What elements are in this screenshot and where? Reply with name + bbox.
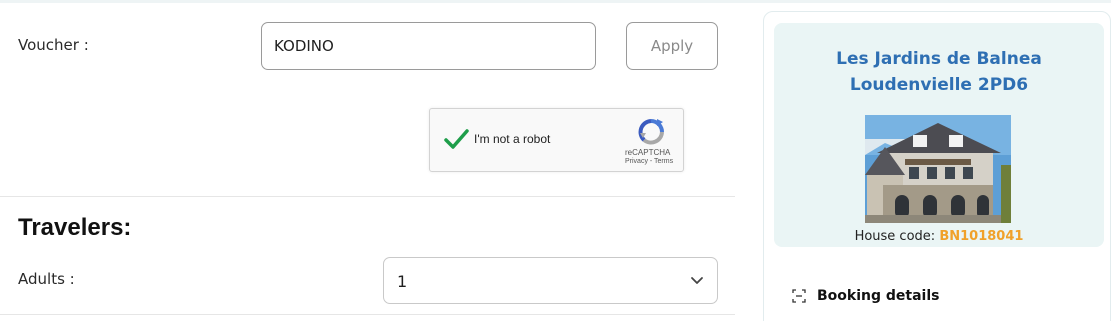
checkmark-icon[interactable] xyxy=(442,125,470,153)
adults-selected-value: 1 xyxy=(397,272,408,291)
travelers-heading: Travelers: xyxy=(18,214,132,241)
adults-select[interactable]: 1 xyxy=(383,257,718,304)
hotel-photo xyxy=(865,115,1011,223)
section-divider xyxy=(0,196,735,197)
recaptcha-privacy-terms-links[interactable]: Privacy - Terms xyxy=(625,158,673,165)
hotel-name-line1: Les Jardins de Balnea xyxy=(836,49,1042,69)
hotel-name[interactable]: Les Jardins de Balnea Loudenvielle 2PD6 xyxy=(774,46,1104,98)
booking-details-toggle[interactable]: Booking details xyxy=(792,288,939,304)
house-code-label: House code: xyxy=(854,229,936,244)
top-border xyxy=(0,0,1111,3)
recaptcha-widget[interactable]: I'm not a robot reCAPTCHA Privacy - Term… xyxy=(429,108,684,172)
hotel-name-line2: Loudenvielle 2PD6 xyxy=(849,75,1029,95)
expand-icon xyxy=(792,289,806,303)
recaptcha-logo-icon xyxy=(638,119,664,145)
booking-summary-panel: Les Jardins de Balnea Loudenvielle 2PD6 xyxy=(763,11,1111,321)
chevron-down-icon xyxy=(691,277,703,284)
section-divider xyxy=(0,314,735,315)
voucher-label: Voucher : xyxy=(18,36,89,54)
recaptcha-label: I'm not a robot xyxy=(474,132,551,146)
apply-button[interactable]: Apply xyxy=(626,22,718,70)
booking-details-label: Booking details xyxy=(817,288,940,304)
voucher-input[interactable] xyxy=(261,22,596,70)
adults-label: Adults : xyxy=(18,270,75,288)
house-code-value: BN1018041 xyxy=(939,229,1024,244)
recaptcha-brand: reCAPTCHA xyxy=(625,148,671,157)
house-code: House code: BN1018041 xyxy=(774,229,1104,244)
hotel-card: Les Jardins de Balnea Loudenvielle 2PD6 xyxy=(774,23,1104,247)
